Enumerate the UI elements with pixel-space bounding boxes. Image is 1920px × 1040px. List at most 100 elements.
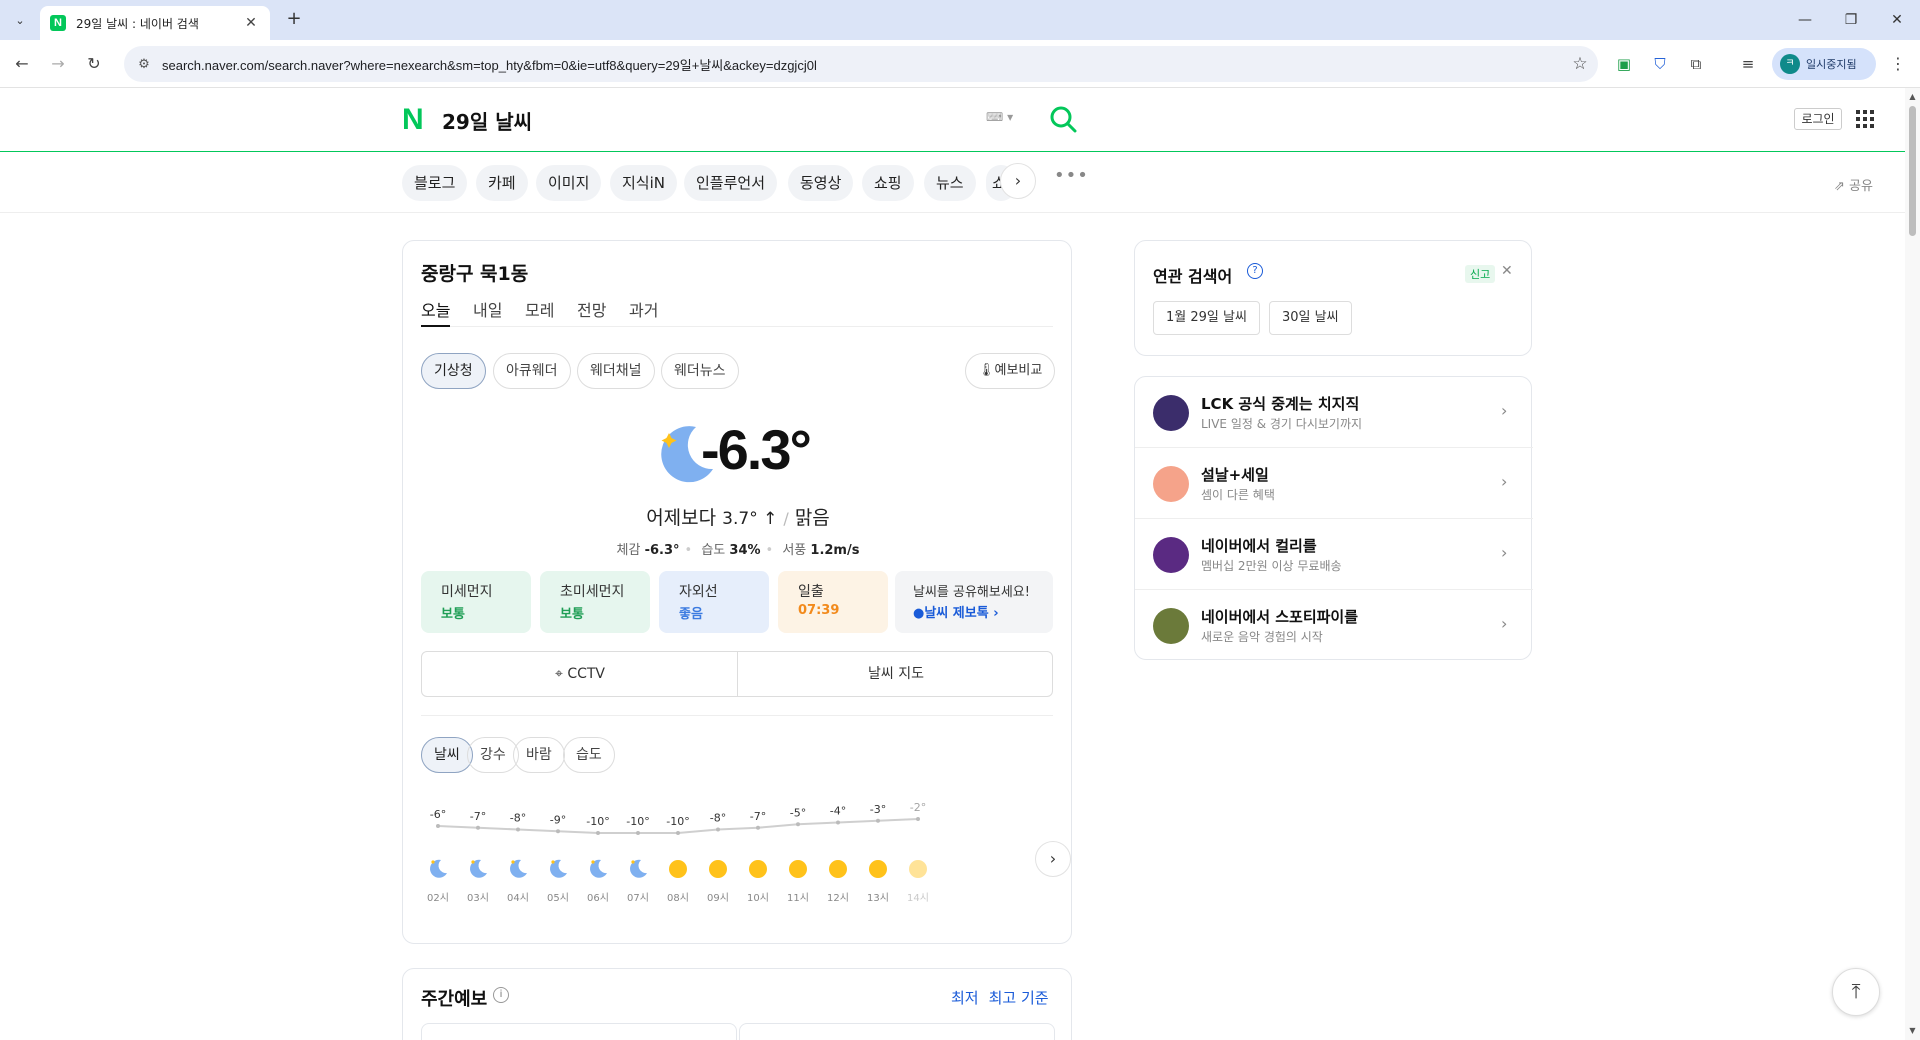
sunrise-box[interactable]: 일출 07:39	[778, 571, 888, 633]
promo-item[interactable]: 네이버에서 컬리를 멤버십 2만원 이상 무료배송 ›	[1135, 519, 1533, 590]
forward-icon[interactable]: →	[46, 52, 70, 76]
info-icon[interactable]: i	[493, 987, 509, 1003]
tab-day-after[interactable]: 모레	[525, 297, 554, 327]
back-icon[interactable]: ←	[10, 52, 34, 76]
close-icon[interactable]: ✕	[1501, 263, 1513, 279]
related-keyword[interactable]: 30일 날씨	[1269, 301, 1352, 335]
ultrafine-dust-box[interactable]: 초미세먼지 보통	[540, 571, 650, 633]
scroll-up-icon[interactable]: ▲	[1905, 90, 1920, 104]
uv-box[interactable]: 자외선 좋음	[659, 571, 769, 633]
weather-map-button[interactable]: 날씨 지도	[738, 652, 1054, 696]
scroll-down-icon[interactable]: ▼	[1905, 1024, 1920, 1038]
location-title[interactable]: 중랑구 묵1동	[421, 259, 528, 286]
moon-icon	[630, 859, 647, 878]
tab-search-icon[interactable]: ⌄	[8, 8, 32, 32]
tab-close-icon[interactable]: ✕	[242, 15, 260, 31]
sun-icon	[869, 860, 887, 878]
scrollbar-thumb[interactable]	[1909, 106, 1916, 236]
hourly-next-button[interactable]: ›	[1035, 841, 1071, 877]
search-icon[interactable]	[1048, 104, 1078, 134]
metric-tab-weather[interactable]: 날씨	[421, 737, 473, 773]
chevron-right-icon: ›	[1501, 614, 1508, 633]
weather-card: 중랑구 묵1동 오늘 내일 모레 전망 과거 기상청 아큐웨더 웨더채널 웨더뉴…	[402, 240, 1072, 944]
new-tab-icon[interactable]: +	[282, 8, 306, 32]
site-info-icon[interactable]: ⚙	[136, 57, 152, 72]
weather-report-link[interactable]: ●날씨 제보톡 ›	[913, 602, 1035, 621]
metric-tab-precip[interactable]: 강수	[467, 737, 519, 773]
vertical-scrollbar[interactable]: ▲ ▼	[1905, 88, 1920, 1040]
browser-tab[interactable]: N 29일 날씨 : 네이버 검색 ✕	[40, 6, 270, 40]
browser-menu-icon[interactable]: ⋮	[1886, 52, 1910, 76]
weekly-row[interactable]	[421, 1023, 737, 1040]
extension-green-icon[interactable]: ▣	[1612, 52, 1636, 76]
sale-thumbnail	[1153, 466, 1189, 502]
moon-icon	[590, 859, 607, 878]
temperature-comparison: 어제보다 3.7° ↑ / 맑음	[403, 503, 1073, 530]
promotions-card: LCK 공식 중계는 치지직 LIVE 일정 & 경기 다시보기까지 › 설날+…	[1134, 376, 1533, 661]
reload-icon[interactable]: ↻	[82, 52, 106, 76]
category-more-icon[interactable]: •••	[1054, 165, 1089, 186]
address-bar[interactable]: ⚙ search.naver.com/search.naver?where=ne…	[124, 46, 1598, 82]
category-kin[interactable]: 지식iN	[610, 165, 677, 201]
keyboard-icon[interactable]: ⌨ ▾	[986, 110, 1026, 130]
bookmark-star-icon[interactable]: ☆	[1562, 54, 1598, 74]
extension-shield-icon[interactable]: ⛉	[1648, 52, 1672, 76]
category-news[interactable]: 뉴스	[924, 165, 976, 201]
category-blog[interactable]: 블로그	[402, 165, 468, 201]
promo-item[interactable]: 설날+세일 셈이 다른 혜택 ›	[1135, 448, 1533, 519]
tab-tomorrow[interactable]: 내일	[473, 297, 502, 327]
weekly-row[interactable]	[739, 1023, 1055, 1040]
hour-temp-label: -6°	[430, 808, 446, 821]
weekly-forecast-card: 주간예보 i 최저 최고 기준	[402, 968, 1072, 1040]
window-close-icon[interactable]: ✕	[1874, 6, 1920, 34]
tab-outlook[interactable]: 전망	[577, 297, 606, 327]
apps-grid-icon[interactable]	[1856, 110, 1874, 128]
login-button[interactable]: 로그인	[1794, 108, 1842, 130]
weather-condition: 맑음	[794, 507, 830, 529]
promo-item[interactable]: 네이버에서 스포티파이를 새로운 음악 경험의 시작 ›	[1135, 590, 1533, 661]
hour-label: 11시	[787, 892, 809, 904]
naver-logo[interactable]: N	[402, 105, 426, 135]
extensions-puzzle-icon[interactable]: ⧉	[1684, 52, 1708, 76]
tab-today[interactable]: 오늘	[421, 297, 451, 327]
profile-button[interactable]: ㅋ 일시중지됨	[1772, 48, 1876, 80]
thermometer-icon: 🌡	[978, 363, 995, 378]
sun-icon	[829, 860, 847, 878]
category-image[interactable]: 이미지	[536, 165, 602, 201]
wind-value: 1.2m/s	[810, 543, 860, 558]
cctv-button[interactable]: ⌖ CCTV	[422, 652, 738, 696]
related-keyword[interactable]: 1월 29일 날씨	[1153, 301, 1260, 335]
promo-item[interactable]: LCK 공식 중계는 치지직 LIVE 일정 & 경기 다시보기까지 ›	[1135, 377, 1533, 448]
category-shopping[interactable]: 쇼핑	[862, 165, 914, 201]
category-video[interactable]: 동영상	[788, 165, 854, 201]
spotify-thumbnail	[1153, 608, 1189, 644]
restore-icon[interactable]: ❐	[1828, 6, 1874, 34]
fine-dust-box[interactable]: 미세먼지 보통	[421, 571, 531, 633]
metric-tab-wind[interactable]: 바람	[513, 737, 565, 773]
provider-accuweather[interactable]: 아큐웨더	[493, 353, 571, 389]
minimize-icon[interactable]: —	[1782, 6, 1828, 34]
url-text[interactable]: search.naver.com/search.naver?where=nexe…	[162, 55, 1562, 74]
help-icon[interactable]: ?	[1247, 263, 1263, 279]
media-control-icon[interactable]: ≡	[1736, 52, 1760, 76]
provider-weatherchannel[interactable]: 웨더채널	[577, 353, 655, 389]
ultrafine-dust-label: 초미세먼지	[560, 584, 625, 600]
category-cafe[interactable]: 카페	[476, 165, 528, 201]
report-button[interactable]: 신고	[1465, 265, 1496, 283]
tab-past[interactable]: 과거	[629, 297, 658, 327]
category-influencer[interactable]: 인플루언서	[684, 165, 778, 201]
category-next-button[interactable]: ›	[1000, 163, 1036, 199]
search-query[interactable]: 29일 날씨	[442, 106, 532, 135]
share-button[interactable]: ⇗ 공유	[1834, 175, 1873, 194]
share-weather-box[interactable]: 날씨를 공유해보세요! ●날씨 제보톡 ›	[895, 571, 1053, 633]
temperature-point	[876, 818, 880, 823]
scroll-to-top-button[interactable]: ⤒	[1832, 968, 1880, 1016]
provider-kma[interactable]: 기상청	[421, 353, 486, 389]
metric-tab-humidity[interactable]: 습도	[563, 737, 615, 773]
provider-weathernews[interactable]: 웨더뉴스	[661, 353, 739, 389]
related-searches-card: 연관 검색어 ? 신고 ✕ 1월 29일 날씨 30일 날씨	[1134, 240, 1532, 356]
moon-icon	[430, 859, 447, 878]
forecast-compare-button[interactable]: 🌡예보비교	[965, 353, 1056, 389]
sort-max[interactable]: 최고 기준	[989, 989, 1049, 1007]
sort-min[interactable]: 최저	[951, 989, 979, 1007]
